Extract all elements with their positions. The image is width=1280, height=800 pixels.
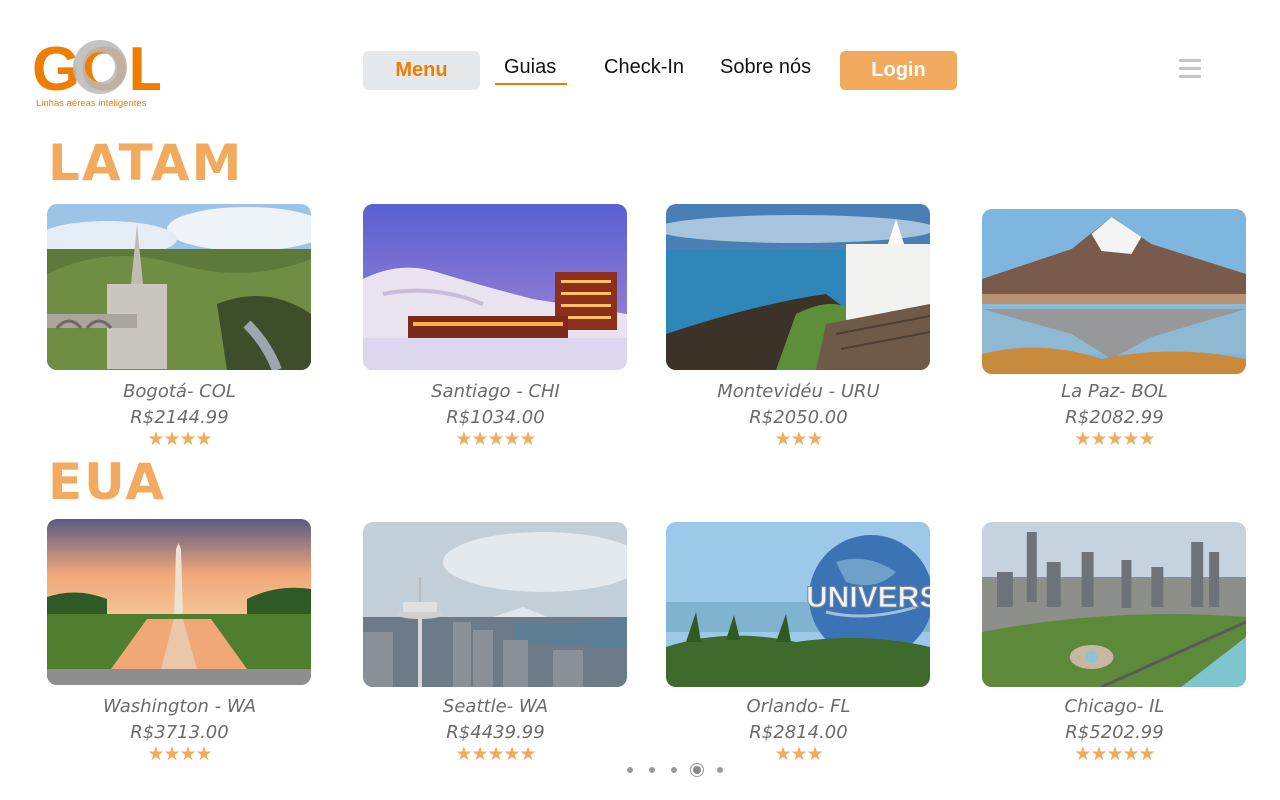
star-rating: ★★★★ [147, 428, 212, 450]
destination-price: R$5202.99 [1065, 722, 1164, 743]
nav-guias-link[interactable]: Guias [504, 56, 556, 86]
destination-price: R$2144.99 [130, 407, 229, 428]
gol-logo-mark: GOL [32, 38, 160, 98]
pagination-dot-3[interactable] [671, 767, 677, 773]
destination-name: La Paz- BOL [1061, 381, 1168, 402]
star-rating: ★★★ [774, 428, 823, 450]
destination-price: R$1034.00 [446, 407, 545, 428]
destination-name: Bogotá- COL [123, 381, 236, 402]
pagination-dot-1[interactable] [627, 767, 633, 773]
destination-photo-santiago[interactable] [363, 204, 627, 370]
star-rating: ★★★★★ [1074, 428, 1155, 450]
destination-photo-montevideu[interactable] [666, 204, 930, 370]
star-rating: ★★★★★ [1074, 743, 1155, 765]
destination-price: R$2082.99 [1065, 407, 1164, 428]
carousel-pagination [627, 766, 739, 774]
gol-logo[interactable]: GOL Linhas aéreas inteligentes [30, 38, 170, 114]
pagination-dot-5[interactable] [717, 767, 723, 773]
destination-photo-chicago[interactable] [982, 522, 1246, 687]
hamburger-menu-icon[interactable] [1179, 59, 1201, 81]
destination-price: R$3713.00 [130, 722, 229, 743]
destination-photo-washington[interactable] [47, 519, 311, 685]
destination-name: Santiago - CHI [431, 381, 560, 402]
star-rating: ★★★★★ [455, 743, 536, 765]
pagination-dot-4-active[interactable] [693, 766, 701, 774]
menu-button[interactable]: Menu [363, 51, 480, 90]
login-button[interactable]: Login [840, 51, 957, 90]
pagination-dot-2[interactable] [649, 767, 655, 773]
section-title-latam: LATAM [48, 134, 244, 192]
destination-name: Washington - WA [102, 696, 257, 717]
destination-name: Seattle- WA [442, 696, 549, 717]
destination-price: R$4439.99 [446, 722, 545, 743]
destination-price: R$2814.00 [749, 722, 848, 743]
universal-sign-text: UNIVERS [806, 581, 930, 614]
destination-photo-seattle[interactable] [363, 522, 627, 687]
destination-photo-bogota[interactable] [47, 204, 311, 370]
hamburger-line [1179, 59, 1201, 62]
destination-name: Orlando- FL [746, 696, 851, 717]
hamburger-line [1179, 75, 1201, 78]
nav-checkin-link[interactable]: Check-In [604, 56, 684, 86]
nav-active-underline [495, 83, 567, 85]
star-rating: ★★★★★ [455, 428, 536, 450]
star-rating: ★★★★ [147, 743, 212, 765]
nav-sobre-link[interactable]: Sobre nós [720, 56, 811, 86]
destination-name: Montevidéu - URU [717, 381, 880, 402]
destination-photo-orlando[interactable]: UNIVERS [666, 522, 930, 687]
hamburger-line [1179, 67, 1201, 70]
section-title-eua: EUA [48, 453, 166, 511]
logo-tagline: Linhas aéreas inteligentes [36, 98, 147, 109]
destination-photo-lapaz[interactable] [982, 209, 1246, 374]
star-rating: ★★★ [774, 743, 823, 765]
destination-price: R$2050.00 [749, 407, 848, 428]
destination-name: Chicago- IL [1064, 696, 1165, 717]
